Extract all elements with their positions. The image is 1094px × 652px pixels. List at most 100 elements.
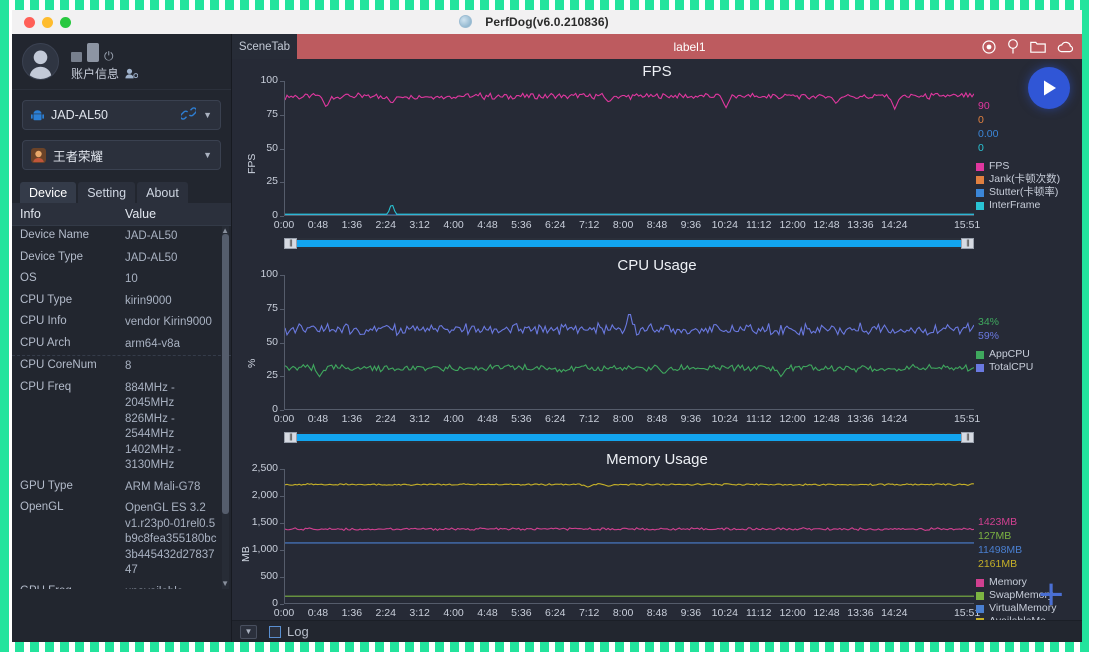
y-tick-mark: [280, 376, 284, 378]
tab-device[interactable]: Device: [20, 182, 77, 203]
cell-info: Device Name: [20, 229, 90, 241]
legend-item[interactable]: Stutter(卡顿率): [976, 186, 1080, 199]
plot-area[interactable]: [284, 81, 974, 216]
log-toggle[interactable]: Log: [269, 624, 309, 639]
cell-value: 8: [125, 360, 132, 373]
chart-title: Memory Usage: [606, 451, 708, 468]
table-row[interactable]: CPU Type kirin9000: [12, 291, 231, 313]
x-tick-label: 13:36: [847, 219, 874, 231]
x-tick-label: 2:24: [375, 219, 396, 231]
y-tick-label: 2,000: [251, 489, 278, 501]
y-tick-label: 1,000: [251, 543, 278, 555]
y-tick-label: 0: [272, 597, 278, 609]
tab-about[interactable]: About: [137, 182, 188, 203]
timeline-scrollbar[interactable]: ||| |||: [284, 238, 974, 249]
timeline-handle-left[interactable]: |||: [284, 432, 297, 443]
legend-item[interactable]: FPS: [976, 160, 1080, 173]
sidebar-scrollbar-thumb[interactable]: [222, 234, 229, 514]
table-row[interactable]: CPU CoreNum 8: [12, 355, 231, 378]
location-pin-icon[interactable]: [1007, 39, 1019, 54]
scene-label-bar[interactable]: label1: [297, 34, 1082, 59]
legend-current-value: 1423MB: [978, 516, 1018, 528]
timeline-scrollbar-fill[interactable]: [294, 240, 964, 247]
scroll-up-icon[interactable]: ▲: [221, 226, 229, 235]
column-header-value: Value: [125, 207, 157, 221]
x-tick-label: 11:12: [745, 607, 772, 619]
plot-area[interactable]: [284, 275, 974, 410]
y-tick-label: 2,500: [251, 462, 278, 474]
cell-info: CPU Freq: [20, 380, 72, 393]
legend-current-value: 0: [978, 142, 984, 154]
cloud-icon[interactable]: [1057, 40, 1074, 53]
timeline-handle-right[interactable]: |||: [961, 238, 974, 249]
x-tick-label: 0:48: [307, 219, 329, 231]
chevron-down-icon[interactable]: ▼: [203, 110, 212, 120]
x-tick-label: 8:00: [612, 219, 634, 231]
table-row[interactable]: OS 10: [12, 269, 231, 291]
legend-item[interactable]: Jank(卡顿次数): [976, 173, 1080, 186]
sidebar: ⏻ 账户信息 JAD-AL50 ▼ 王者荣耀 ▼ Device Setting …: [12, 34, 232, 642]
legend-item[interactable]: InterFrame: [976, 199, 1080, 212]
legend-current-value: 0.00: [978, 128, 999, 140]
y-tick-mark: [280, 308, 284, 310]
table-row[interactable]: CPU Arch arm64-v8a: [12, 334, 231, 356]
table-row[interactable]: GPU Type ARM Mali-G78: [12, 477, 231, 499]
y-tick-label: 0: [272, 403, 278, 415]
add-chart-button[interactable]: +: [1038, 573, 1064, 617]
bottom-dropdown-button[interactable]: ▼: [240, 624, 257, 639]
legend-item[interactable]: Memory: [976, 576, 1080, 589]
x-tick-label: 11:12: [745, 413, 772, 425]
x-tick-label: 9:36: [680, 219, 702, 231]
tab-setting[interactable]: Setting: [78, 182, 136, 203]
x-tick-label: 12:48: [813, 607, 840, 619]
timeline-scrollbar-fill[interactable]: [294, 434, 964, 441]
cell-value: 884MHz - 2045MHz 826MHz - 2544MHz 1402MH…: [125, 381, 182, 472]
x-tick-label: 1:36: [341, 413, 363, 425]
chart-legend: 34% 59% AppCPU TotalCPU: [976, 315, 1080, 374]
power-icon[interactable]: ⏻: [104, 50, 114, 62]
x-tick-label: 4:00: [443, 607, 464, 619]
avatar[interactable]: [22, 43, 59, 80]
legend-item[interactable]: AppCPU: [976, 348, 1080, 361]
folder-icon[interactable]: [1030, 40, 1046, 53]
app-select[interactable]: 王者荣耀 ▼: [22, 140, 221, 170]
timeline-scrollbar[interactable]: ||| |||: [284, 432, 974, 443]
legend-color-swatch: [976, 350, 984, 359]
cell-info: CPU Info: [20, 315, 67, 328]
timeline-handle-left[interactable]: |||: [284, 238, 297, 249]
x-tick-label: 14:24: [881, 607, 908, 619]
legend-current-value: 0: [978, 114, 984, 126]
record-icon[interactable]: [982, 39, 996, 54]
x-tick-label: 0:48: [307, 607, 329, 619]
scene-tab-button[interactable]: SceneTab: [232, 34, 297, 59]
x-tick-label: 3:12: [409, 413, 430, 425]
log-checkbox[interactable]: [269, 625, 281, 638]
user-add-icon[interactable]: [125, 68, 139, 79]
x-tick-label: 4:48: [477, 219, 498, 231]
device-select[interactable]: JAD-AL50 ▼: [22, 100, 221, 130]
table-row[interactable]: OpenGL OpenGL ES 3.2 v1.r23p0-01rel0.5 b9…: [12, 498, 231, 582]
legend-item[interactable]: VirtualMemory: [976, 602, 1080, 615]
legend-current-value: 34%: [978, 316, 1000, 328]
x-tick-label: 5:36: [511, 219, 532, 231]
timeline-handle-right[interactable]: |||: [961, 432, 974, 443]
x-tick-label: 13:36: [847, 413, 874, 425]
legend-color-swatch: [976, 188, 984, 197]
chart-legend: 90 0 0.00 0 FPS Jank(卡顿次数) Stutter(卡顿率) InterFr…: [976, 99, 1080, 212]
y-tick-label: 75: [266, 107, 278, 120]
start-button[interactable]: [1028, 67, 1070, 109]
legend-item[interactable]: SwapMemory: [976, 589, 1080, 602]
table-row[interactable]: Device Type JAD-AL50: [12, 248, 231, 270]
plot-area[interactable]: [284, 469, 974, 604]
chevron-down-icon[interactable]: ▼: [203, 150, 212, 160]
table-row[interactable]: Device Name JAD-AL50: [12, 226, 231, 248]
usb-link-icon[interactable]: [179, 106, 198, 124]
scroll-down-icon[interactable]: ▼: [221, 579, 229, 588]
table-row[interactable]: CPU Info vendor Kirin9000: [12, 312, 231, 334]
account-info-label[interactable]: 账户信息: [71, 65, 139, 82]
legend-label: Memory: [989, 576, 1027, 588]
table-row[interactable]: GPU Frequnavailable: [12, 582, 231, 589]
table-row[interactable]: CPU Freq 884MHz - 2045MHz 826MHz - 2544MH…: [12, 378, 231, 477]
x-tick-label: 8:00: [612, 607, 634, 619]
legend-item[interactable]: TotalCPU: [976, 361, 1080, 374]
